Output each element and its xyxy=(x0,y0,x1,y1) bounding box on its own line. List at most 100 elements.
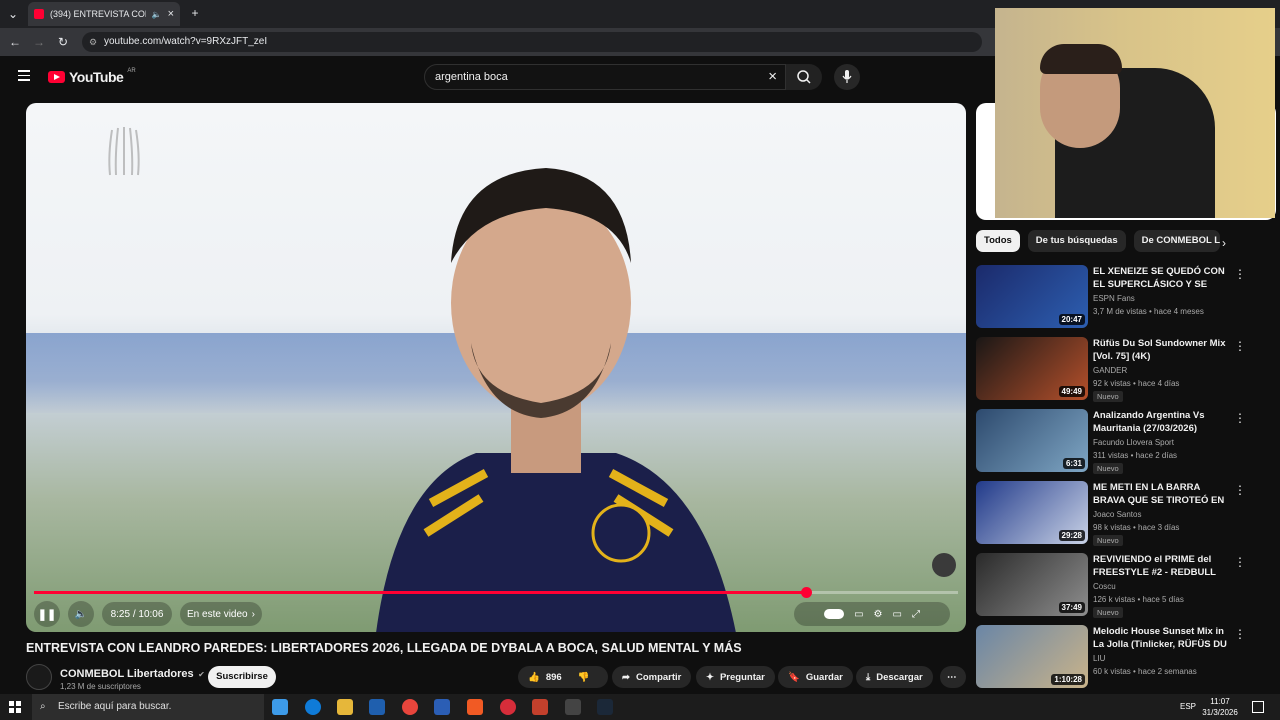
recommendation-item[interactable]: 6:31 Analizando Argentina Vs Mauritania (… xyxy=(976,409,1266,474)
system-clock[interactable]: 11:07 31/3/2026 xyxy=(1198,696,1242,718)
word-icon[interactable] xyxy=(434,699,450,715)
notifications-icon[interactable] xyxy=(1252,701,1264,713)
recommendation-title[interactable]: EL XENEIZE SE QUEDÓ CON EL SUPERCLÁSICO … xyxy=(1093,265,1233,291)
chip-all[interactable]: Todos xyxy=(976,230,1020,252)
back-icon[interactable]: ← xyxy=(8,35,22,49)
browser-tab[interactable]: (394) ENTREVISTA CON LE... 🔈 × xyxy=(28,2,180,26)
video-thumbnail[interactable]: 37:49 xyxy=(976,553,1088,616)
theater-mode-icon[interactable]: ▭ xyxy=(892,609,901,620)
more-vertical-icon[interactable]: ⋮ xyxy=(1234,627,1246,641)
video-thumbnail[interactable]: 29:28 xyxy=(976,481,1088,544)
recommendation-item[interactable]: 37:49 REVIVIENDO el PRIME del FREESTYLE #… xyxy=(976,553,1266,618)
subscriber-count: 1,23 M de suscriptores xyxy=(60,681,141,691)
youtube-logo[interactable]: YouTube AR xyxy=(48,68,136,85)
clear-search-icon[interactable]: × xyxy=(768,65,777,89)
reload-icon[interactable]: ↻ xyxy=(56,35,70,49)
more-vertical-icon[interactable]: ⋮ xyxy=(1234,483,1246,497)
recommendation-item[interactable]: 49:49 Rüfüs Du Sol Sundowner Mix [Vol. 75… xyxy=(976,337,1266,402)
subtitles-icon[interactable]: ▭ xyxy=(854,609,863,620)
recommendation-channel[interactable]: Coscu xyxy=(1093,582,1116,591)
taskbar-search-icon: ⌕ xyxy=(40,701,46,712)
new-tab-icon[interactable]: + xyxy=(188,6,202,20)
chips-next-icon[interactable]: › xyxy=(1222,236,1226,250)
more-vertical-icon[interactable]: ⋮ xyxy=(1234,555,1246,569)
close-tab-icon[interactable]: × xyxy=(168,8,174,20)
video-thumbnail[interactable]: 6:31 xyxy=(976,409,1088,472)
pause-button[interactable]: ❚❚ xyxy=(34,601,60,627)
progress-bar[interactable] xyxy=(34,587,958,598)
speaker-icon[interactable]: 🔈 xyxy=(152,10,162,19)
search-input[interactable]: argentina boca × xyxy=(424,64,786,90)
share-button[interactable]: ➦ Compartir xyxy=(612,666,692,688)
subscribe-button[interactable]: Suscribirse xyxy=(208,666,276,688)
capcut-icon[interactable] xyxy=(565,699,581,715)
chip-from-channel[interactable]: De CONMEBOL Libe xyxy=(1133,230,1220,252)
windows-taskbar: ⌕ Escribe aquí para buscar. ESP 11:07 31… xyxy=(0,694,1280,720)
channel-name[interactable]: CONMEBOL Libertadores xyxy=(60,668,194,680)
more-vertical-icon[interactable]: ⋮ xyxy=(1234,267,1246,281)
search-button[interactable] xyxy=(786,64,822,90)
like-icon[interactable]: 👍 xyxy=(528,672,540,683)
recommendation-channel[interactable]: LIU xyxy=(1093,654,1105,663)
copilot-icon[interactable] xyxy=(272,699,288,715)
more-vertical-icon[interactable]: ⋮ xyxy=(1234,339,1246,353)
autoplay-toggle[interactable] xyxy=(824,609,845,619)
brave-icon[interactable] xyxy=(467,699,483,715)
recommendation-title[interactable]: ME METI EN LA BARRA BRAVA QUE SE TIROTEÓ… xyxy=(1093,481,1233,507)
settings-icon[interactable]: ⚙ xyxy=(874,609,883,620)
like-count[interactable]: 896 xyxy=(546,672,562,683)
recommendation-title[interactable]: Melodic House Sunset Mix in La Jolla (Ti… xyxy=(1093,625,1233,651)
file-explorer-icon[interactable] xyxy=(337,699,353,715)
media-app-icon[interactable] xyxy=(500,699,516,715)
chrome-icon[interactable] xyxy=(402,699,418,715)
video-player[interactable]: ❚❚ 🔈 8:25 / 10:06 En este video › ▭ ⚙ ▭ … xyxy=(26,103,966,632)
progress-scrubber[interactable] xyxy=(800,587,812,598)
recommendation-channel[interactable]: Joaco Santos xyxy=(1093,510,1141,519)
video-thumbnail[interactable]: 49:49 xyxy=(976,337,1088,400)
recommendation-item[interactable]: 1:10:28 Melodic House Sunset Mix in La Jo… xyxy=(976,625,1266,689)
steam-icon[interactable] xyxy=(597,699,613,715)
more-actions-button[interactable]: ⋯ xyxy=(940,666,966,688)
video-thumbnail[interactable]: 20:47 xyxy=(976,265,1088,328)
taskbar-search-text: Escribe aquí para buscar. xyxy=(58,701,172,712)
taskbar-search[interactable]: ⌕ Escribe aquí para buscar. xyxy=(32,694,264,720)
like-dislike-group: 👍 896 👎 xyxy=(518,666,608,688)
ask-button[interactable]: ✦ Preguntar xyxy=(696,666,775,688)
language-indicator[interactable]: ESP xyxy=(1180,702,1196,711)
chapter-button[interactable]: En este video › xyxy=(180,602,262,626)
recommendation-title[interactable]: REVIVIENDO el PRIME del FREESTYLE #2 - R… xyxy=(1093,553,1233,579)
recommendation-title[interactable]: Analizando Argentina Vs Mauritania (27/0… xyxy=(1093,409,1233,435)
dislike-icon[interactable]: 👎 xyxy=(578,672,590,683)
voice-search-button[interactable] xyxy=(834,64,860,90)
conmebol-logo-icon xyxy=(108,127,140,176)
store-icon[interactable] xyxy=(369,699,385,715)
edge-icon[interactable] xyxy=(305,699,321,715)
forward-icon[interactable]: → xyxy=(32,35,46,49)
channel-avatar[interactable] xyxy=(26,664,52,690)
video-thumbnail[interactable]: 1:10:28 xyxy=(976,625,1088,688)
menu-icon[interactable] xyxy=(18,70,30,81)
fullscreen-icon[interactable]: ⤢ xyxy=(912,609,920,620)
chip-from-searches[interactable]: De tus búsquedas xyxy=(1027,230,1126,252)
webcam-person-hair xyxy=(1040,44,1122,74)
recommendation-item[interactable]: 29:28 ME METI EN LA BARRA BRAVA QUE SE TI… xyxy=(976,481,1266,546)
volume-button[interactable]: 🔈 xyxy=(68,601,94,627)
recommendation-channel[interactable]: GANDER xyxy=(1093,366,1127,375)
site-info-icon[interactable]: ⚙ xyxy=(89,32,97,52)
windows-start-icon[interactable] xyxy=(9,701,21,713)
channel-watermark-icon[interactable] xyxy=(932,553,956,577)
save-button[interactable]: 🔖 Guardar xyxy=(778,666,853,688)
recommendation-channel[interactable]: ESPN Fans xyxy=(1093,294,1135,303)
search-text: argentina boca xyxy=(435,71,508,83)
clock-time: 11:07 xyxy=(1210,697,1230,706)
recommendation-item[interactable]: 20:47 EL XENEIZE SE QUEDÓ CON EL SUPERCLÁ… xyxy=(976,265,1266,329)
more-vertical-icon[interactable]: ⋮ xyxy=(1234,411,1246,425)
download-button[interactable]: ⤓ Descargar xyxy=(856,666,933,688)
duration-badge: 1:10:28 xyxy=(1051,674,1085,685)
address-bar[interactable]: ⚙ youtube.com/watch?v=9RXzJFT_zeI xyxy=(82,32,982,52)
recommendation-title[interactable]: Rüfüs Du Sol Sundowner Mix [Vol. 75] (4K… xyxy=(1093,337,1233,363)
tab-list-chevron-icon[interactable]: ⌄ xyxy=(6,7,20,21)
powerpoint-icon[interactable] xyxy=(532,699,548,715)
more-horizontal-icon: ⋯ xyxy=(947,671,957,683)
recommendation-channel[interactable]: Facundo Llovera Sport xyxy=(1093,438,1174,447)
